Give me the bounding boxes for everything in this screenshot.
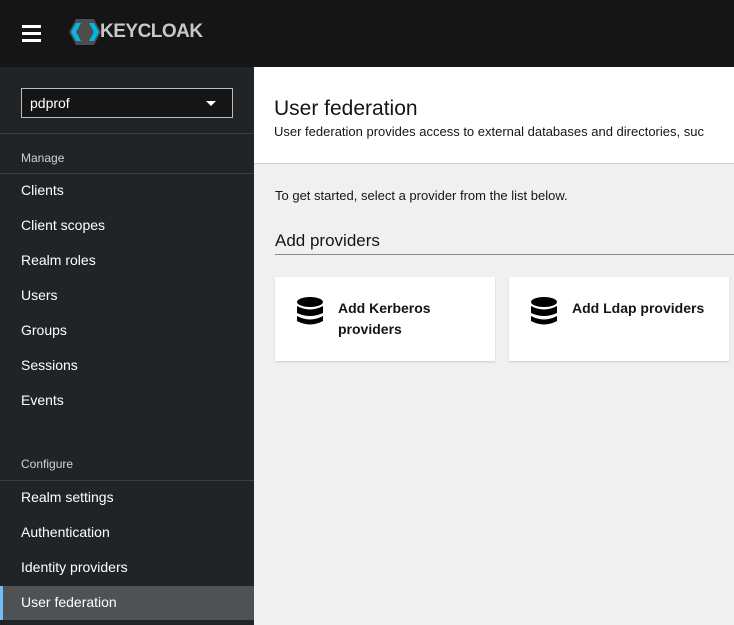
add-kerberos-card[interactable]: Add Kerberos providers (275, 277, 495, 361)
sidebar-item-events[interactable]: Events (0, 384, 254, 418)
hamburger-icon[interactable] (22, 25, 41, 42)
intro-text: To get started, select a provider from t… (275, 188, 568, 203)
page-header: User federation User federation provides… (254, 67, 734, 164)
caret-down-icon (206, 101, 216, 106)
sidebar: pdprof Manage Clients Client scopes Real… (0, 67, 254, 625)
sidebar-item-identity-providers[interactable]: Identity providers (0, 551, 254, 585)
sidebar-item-realm-settings[interactable]: Realm settings (0, 481, 254, 515)
page-title: User federation (274, 97, 418, 120)
sidebar-item-users[interactable]: Users (0, 279, 254, 313)
sidebar-item-groups[interactable]: Groups (0, 314, 254, 348)
sidebar-item-sessions[interactable]: Sessions (0, 349, 254, 383)
sidebar-item-realm-roles[interactable]: Realm roles (0, 244, 254, 278)
brand-text: KEYCLOAK (100, 21, 203, 42)
add-ldap-card[interactable]: Add Ldap providers (509, 277, 729, 361)
sidebar-item-clients[interactable]: Clients (0, 174, 254, 208)
realm-selector[interactable]: pdprof (21, 88, 233, 118)
card-label: Add Ldap providers (572, 300, 705, 316)
sidebar-item-user-federation[interactable]: User federation (0, 586, 254, 620)
database-icon (297, 297, 323, 325)
sidebar-item-client-scopes[interactable]: Client scopes (0, 209, 254, 243)
database-icon (531, 297, 557, 325)
page-description: User federation provides access to exter… (274, 124, 704, 139)
divider (0, 133, 254, 134)
masthead: KEYCLOAK (0, 0, 734, 67)
keycloak-logo-icon (69, 19, 101, 45)
section-configure: Configure (21, 457, 74, 471)
card-label: Add Kerberos providers (338, 300, 431, 337)
keycloak-logo[interactable]: KEYCLOAK (68, 18, 203, 46)
realm-name: pdprof (30, 95, 70, 111)
add-providers-heading: Add providers (275, 231, 734, 255)
sidebar-item-authentication[interactable]: Authentication (0, 516, 254, 550)
section-manage: Manage (21, 151, 65, 165)
